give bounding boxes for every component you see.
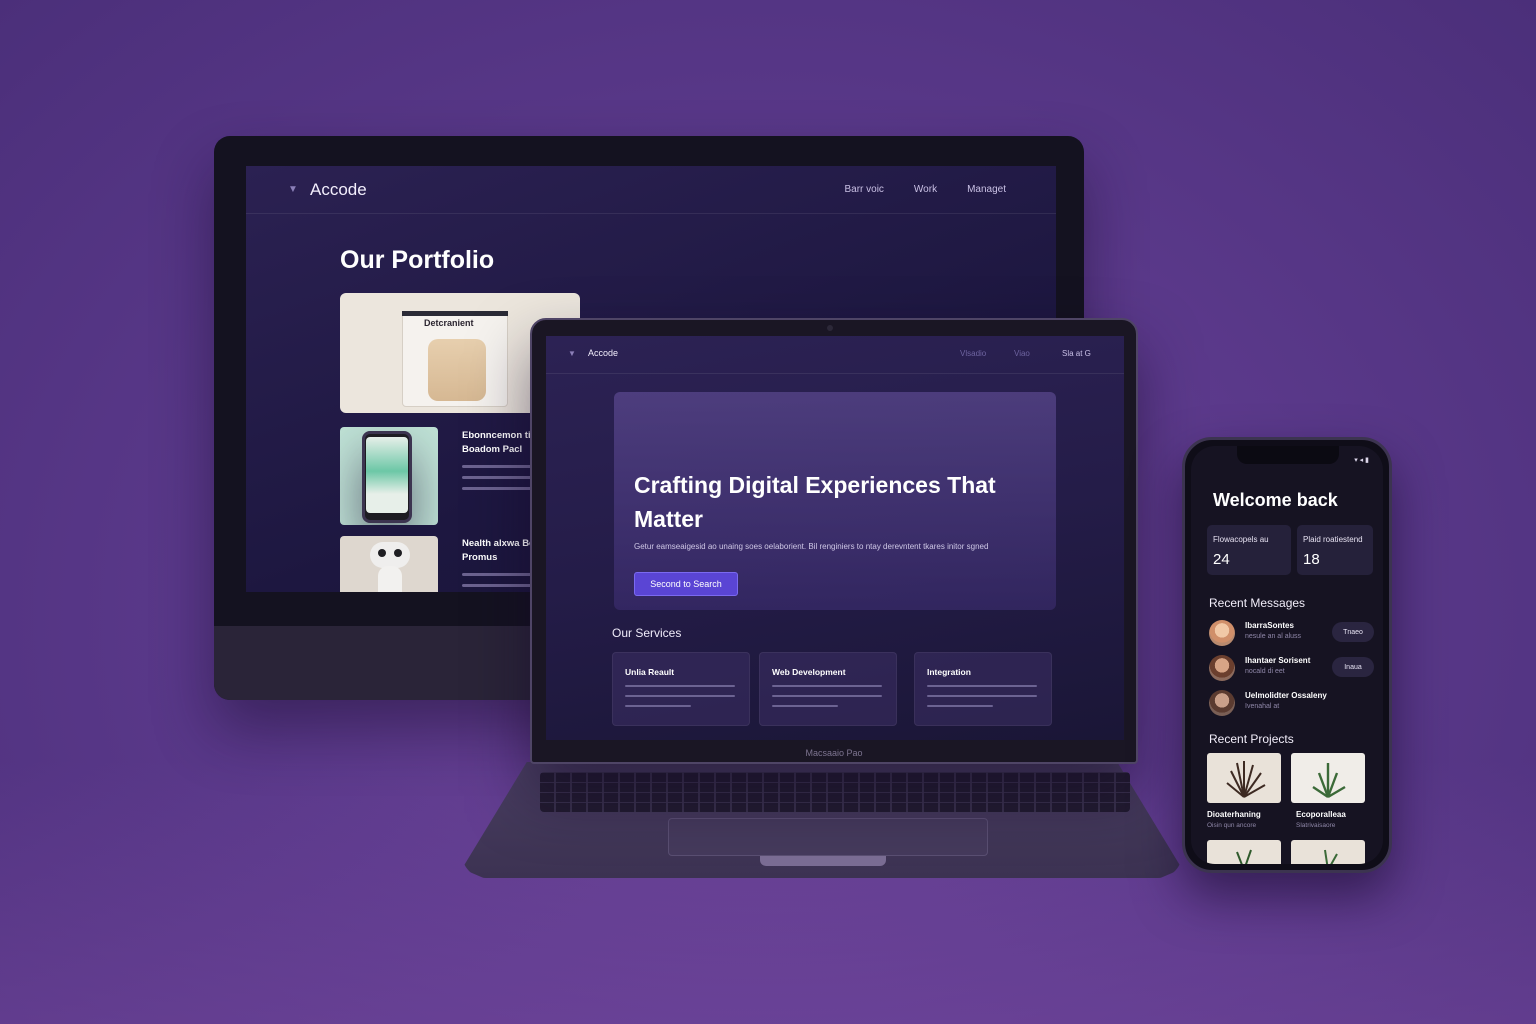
message-row[interactable]: Ihantaer Sorisent nocald di eet Inaua — [1209, 653, 1374, 683]
logo-icon: ▼ — [288, 184, 298, 195]
monitor-navbar: ▼ Accode Barr voic Work Managet — [246, 166, 1056, 214]
smartphone: ▾ ◂ ▮ Welcome back Flowacopels au 24 Pla… — [1182, 437, 1392, 873]
status-bar-icons: ▾ ◂ ▮ — [1354, 457, 1369, 464]
service-card[interactable]: Web Development — [759, 652, 897, 726]
plant-icon — [1236, 849, 1252, 864]
laptop: ▼ Accode Vlsadio Viao Sla at G Crafting … — [530, 318, 1138, 764]
avatar — [1209, 690, 1235, 716]
stat-label: Plaid roatiestend — [1303, 535, 1363, 544]
message-action-button[interactable]: Tnaeo — [1332, 622, 1374, 642]
page-title: Our Portfolio — [340, 246, 495, 274]
hero-title: Crafting Digital Experiences That Matter — [634, 472, 996, 532]
cushion-image — [428, 339, 486, 401]
message-row[interactable]: IbarraSontes nesule an al aluss Tnaeo — [1209, 618, 1374, 648]
featured-card-label: Detcranient — [424, 318, 474, 328]
recent-projects-heading: Recent Projects — [1209, 732, 1294, 746]
hero-panel: Crafting Digital Experiences That Matter… — [614, 392, 1056, 610]
robot-eye — [394, 549, 402, 557]
service-card-title: Web Development — [772, 667, 846, 677]
service-card-text — [927, 685, 1037, 715]
avatar — [1209, 620, 1235, 646]
service-card[interactable]: Integration — [914, 652, 1052, 726]
nav-link-1[interactable]: Vlsadio — [960, 349, 986, 358]
plant-icon — [1226, 761, 1266, 798]
frame-bar — [402, 311, 508, 316]
service-card-text — [772, 685, 882, 715]
brand-logo[interactable]: Accode — [310, 180, 367, 200]
nav-link-work[interactable]: Work — [914, 184, 937, 195]
nav-link-2[interactable]: Viao — [1014, 349, 1030, 358]
message-row[interactable]: Uelmolidter Ossaleny Ivenahal at — [1209, 688, 1374, 718]
robot-body — [378, 566, 402, 592]
stat-card[interactable]: Plaid roatiestend 18 — [1297, 525, 1373, 575]
robot-image — [370, 542, 410, 568]
nav-link-manage[interactable]: Managet — [967, 184, 1006, 195]
project-thumbnail[interactable] — [1291, 753, 1365, 803]
portfolio-thumb-phone[interactable] — [340, 427, 438, 525]
message-sender: Ihantaer Sorisent — [1245, 656, 1311, 665]
message-snippet: nocald di eet — [1245, 668, 1285, 675]
service-card-title: Unlia Reault — [625, 667, 675, 677]
project-subtitle: Slatrivaisaore — [1296, 822, 1336, 829]
service-card-text — [625, 685, 735, 715]
avatar — [1209, 655, 1235, 681]
project-title: Ecoporalleaa — [1296, 810, 1346, 819]
laptop-keyboard — [540, 772, 1130, 812]
laptop-trackpad — [668, 818, 988, 856]
portfolio-thumb-robot[interactable] — [340, 536, 438, 592]
message-sender: IbarraSontes — [1245, 621, 1294, 630]
welcome-heading: Welcome back — [1213, 490, 1338, 510]
brand-logo[interactable]: Accode — [588, 348, 618, 358]
nav-links: Barr voic Work Managet — [844, 184, 1006, 195]
phone-notch — [1237, 446, 1339, 464]
message-action-button[interactable]: Inaua — [1332, 657, 1374, 677]
camera-icon — [827, 325, 833, 331]
laptop-model-label: Macsaaio Pao — [805, 748, 863, 758]
laptop-screen: ▼ Accode Vlsadio Viao Sla at G Crafting … — [546, 336, 1124, 740]
nav-link-signin[interactable]: Sla at G — [1062, 349, 1091, 358]
message-snippet: nesule an al aluss — [1245, 633, 1302, 640]
hero-cta-button[interactable]: Second to Search — [634, 572, 738, 596]
services-heading: Our Services — [612, 626, 682, 640]
phone-mockup-screen — [366, 437, 408, 513]
phone-screen: ▾ ◂ ▮ Welcome back Flowacopels au 24 Pla… — [1191, 446, 1383, 864]
stat-value: 24 — [1213, 551, 1230, 568]
project-thumbnail[interactable] — [1207, 840, 1281, 864]
service-card-title: Integration — [927, 667, 971, 677]
logo-icon: ▼ — [568, 349, 576, 358]
laptop-notch — [760, 856, 886, 866]
project-thumbnail[interactable] — [1291, 840, 1365, 864]
project-subtitle: Oisin qun ancore — [1207, 822, 1257, 829]
service-card[interactable]: Unlia Reault — [612, 652, 750, 726]
robot-eye — [378, 549, 386, 557]
nav-link-about[interactable]: Barr voic — [844, 184, 883, 195]
stat-label: Flowacopels au — [1213, 535, 1269, 544]
project-title: Dioaterhaning — [1207, 810, 1261, 819]
message-sender: Uelmolidter Ossaleny — [1245, 691, 1327, 700]
laptop-navbar: ▼ Accode Vlsadio Viao Sla at G — [546, 336, 1124, 374]
project-thumbnail[interactable] — [1207, 753, 1281, 803]
stat-card[interactable]: Flowacopels au 24 — [1207, 525, 1291, 575]
plant-icon — [1324, 849, 1338, 864]
hero-subtitle: Getur eamseaigesid ao unaing soes oelabo… — [634, 542, 989, 551]
recent-messages-heading: Recent Messages — [1209, 596, 1306, 610]
plant-icon — [1312, 763, 1346, 799]
stat-value: 18 — [1303, 551, 1320, 568]
message-snippet: Ivenahal at — [1245, 703, 1280, 710]
